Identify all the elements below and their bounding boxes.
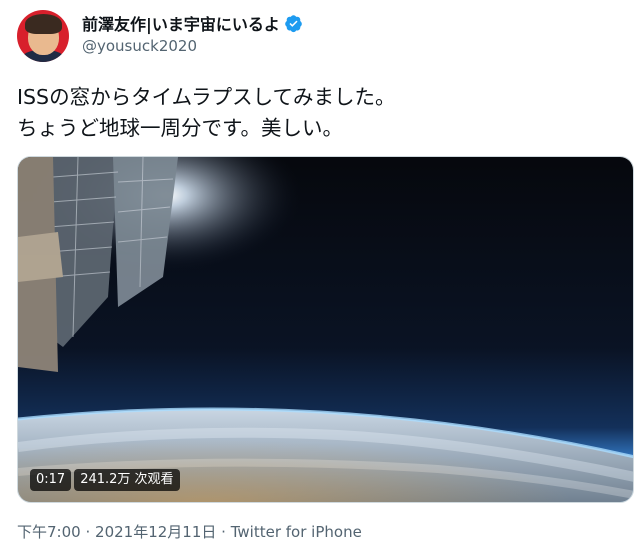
name-row: 前澤友作|いま宇宙にいるよ <box>82 12 303 34</box>
video-badges: 0:17 241.2万 次观看 <box>30 469 180 491</box>
user-handle[interactable]: @yousuck2020 <box>82 37 197 55</box>
tweet-text-line: ISSの窓からタイムラプスしてみました。 <box>17 85 396 109</box>
tweet-text-line: ちょうど地球一周分です。美しい。 <box>17 116 343 140</box>
video-player[interactable] <box>17 156 634 503</box>
tweet-date[interactable]: 2021年12月11日 <box>95 523 216 541</box>
meta-separator: · <box>85 523 91 541</box>
meta-separator: · <box>221 523 226 541</box>
tweet-header: 前澤友作|いま宇宙にいるよ @yousuck2020 <box>17 10 627 66</box>
display-name[interactable]: 前澤友作|いま宇宙にいるよ <box>82 11 280 35</box>
video-duration: 0:17 <box>30 469 72 491</box>
tweet-time[interactable]: 下午7:00 <box>17 523 81 541</box>
tweet-source[interactable]: Twitter for iPhone <box>231 523 362 541</box>
avatar[interactable] <box>17 10 69 62</box>
video-frame <box>18 157 633 502</box>
verified-badge-icon <box>285 14 302 32</box>
tweet-text: ISSの窓からタイムラプスしてみました。 ちょうど地球一周分です。美しい。 <box>17 82 623 144</box>
video-views: 241.2万 次观看 <box>74 469 180 491</box>
tweet-meta: 下午7:00 · 2021年12月11日 · Twitter for iPhon… <box>17 521 362 542</box>
